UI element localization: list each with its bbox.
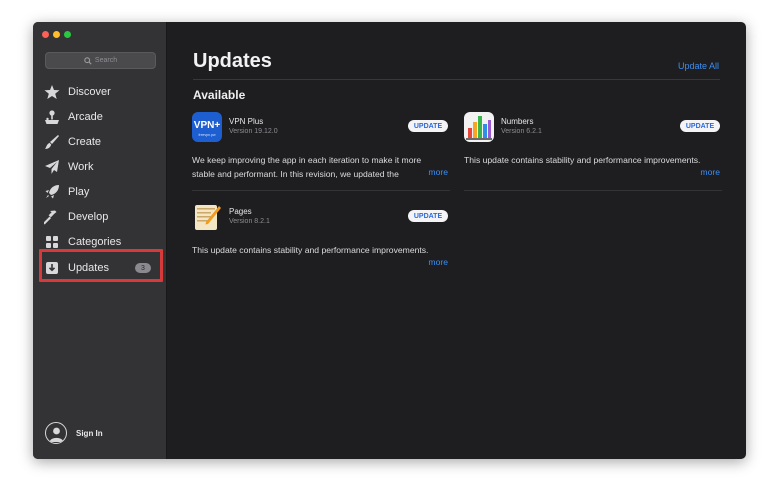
sidebar-item-arcade[interactable]: Arcade <box>43 107 103 127</box>
update-button[interactable]: UPDATE <box>408 120 448 132</box>
brush-icon <box>43 133 61 151</box>
sidebar-item-develop[interactable]: Develop <box>43 207 108 227</box>
updates-highlight-box <box>39 249 163 282</box>
sign-in-label: Sign In <box>76 428 103 438</box>
app-version: Version 6.2.1 <box>501 128 542 135</box>
app-version: Version 8.2.1 <box>229 218 270 225</box>
window-controls <box>42 31 71 38</box>
vpn-plus-app-icon: VPN+ freevpn.pw <box>192 112 222 142</box>
sidebar-item-discover[interactable]: Discover <box>43 82 111 102</box>
update-all-button[interactable]: Update All <box>678 61 719 71</box>
sign-in-button[interactable]: Sign In <box>45 422 103 444</box>
app-version: Version 19.12.0 <box>229 128 278 135</box>
update-button[interactable]: UPDATE <box>408 210 448 222</box>
more-link[interactable]: more <box>424 167 448 177</box>
paper-plane-icon <box>43 158 61 176</box>
numbers-app-icon <box>464 112 494 142</box>
app-store-window: Search Discover Arcade Create Work Play … <box>33 22 746 459</box>
star-icon <box>43 83 61 101</box>
update-description: This update contains stability and perfo… <box>192 245 429 255</box>
app-name: VPN Plus <box>229 117 264 126</box>
more-link[interactable]: more <box>424 257 448 267</box>
avatar-icon <box>45 422 67 444</box>
main-content: Updates Update All Available VPN+ freevp… <box>167 22 746 459</box>
search-input[interactable]: Search <box>45 52 156 69</box>
close-window-button[interactable] <box>42 31 49 38</box>
vpn-icon-subtext: freevpn.pw <box>198 133 216 137</box>
update-description: We keep improving the app in each iterat… <box>192 155 422 179</box>
search-placeholder: Search <box>94 57 118 64</box>
page-title: Updates <box>193 50 272 72</box>
app-name: Numbers <box>501 117 534 126</box>
vpn-icon-text: VPN+ <box>193 120 221 131</box>
sidebar-item-label: Discover <box>68 86 111 98</box>
divider <box>192 190 450 191</box>
zoom-window-button[interactable] <box>64 31 71 38</box>
section-heading: Available <box>193 88 246 102</box>
divider <box>464 190 722 191</box>
sidebar-item-label: Develop <box>68 211 109 223</box>
rocket-icon <box>43 183 61 201</box>
sidebar-item-label: Categories <box>68 236 122 248</box>
sidebar-item-label: Work <box>68 161 94 173</box>
divider <box>193 79 720 80</box>
bar-chart-icon <box>466 116 492 140</box>
sidebar-item-label: Create <box>68 136 102 148</box>
sidebar-item-label: Play <box>68 186 90 198</box>
joystick-icon <box>43 108 61 126</box>
search-icon <box>84 56 92 65</box>
sidebar-item-play[interactable]: Play <box>43 182 89 202</box>
pages-app-icon <box>192 202 222 232</box>
minimize-window-button[interactable] <box>53 31 60 38</box>
sidebar-item-create[interactable]: Create <box>43 132 101 152</box>
sidebar-item-work[interactable]: Work <box>43 157 93 177</box>
sidebar: Search Discover Arcade Create Work Play … <box>33 22 167 459</box>
more-link[interactable]: more <box>696 167 720 177</box>
pages-icon <box>195 205 221 230</box>
update-button[interactable]: UPDATE <box>680 120 720 132</box>
update-description: This update contains stability and perfo… <box>464 155 701 165</box>
app-name: Pages <box>229 207 252 216</box>
hammer-icon <box>43 208 61 226</box>
sidebar-item-label: Arcade <box>68 111 103 123</box>
